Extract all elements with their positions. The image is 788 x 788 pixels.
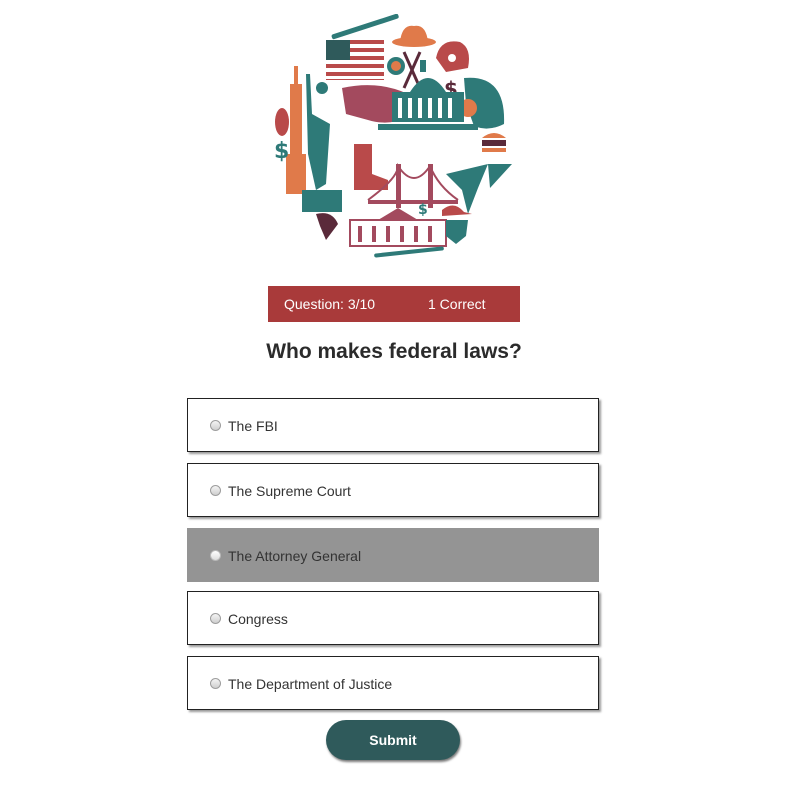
answer-option-label: The Attorney General: [228, 548, 362, 564]
americana-collage-image: $ $ $: [274, 14, 512, 258]
answer-option-label: The Department of Justice: [228, 676, 393, 692]
radio-button[interactable]: [210, 485, 221, 496]
answer-option-attorney-general[interactable]: The Attorney General: [187, 528, 599, 582]
svg-text:$: $: [418, 202, 428, 218]
correct-counter: 1 Correct: [428, 296, 486, 312]
answer-option-label: Congress: [228, 611, 288, 627]
radio-button[interactable]: [210, 550, 221, 561]
answer-option-department-of-justice[interactable]: The Department of Justice: [187, 656, 599, 710]
answer-option-label: The Supreme Court: [228, 483, 351, 499]
answer-option-label: The FBI: [228, 418, 278, 434]
radio-button[interactable]: [210, 678, 221, 689]
quiz-status-bar: Question: 3/10 1 Correct: [268, 286, 520, 322]
answer-option-fbi[interactable]: The FBI: [187, 398, 599, 452]
answer-option-congress[interactable]: Congress: [187, 591, 599, 645]
question-text: Who makes federal laws?: [266, 340, 522, 363]
radio-button[interactable]: [210, 613, 221, 624]
question-counter: Question: 3/10: [284, 296, 376, 312]
svg-text:$: $: [274, 139, 289, 164]
submit-button[interactable]: Submit: [326, 720, 460, 760]
radio-button[interactable]: [210, 420, 221, 431]
answer-option-supreme-court[interactable]: The Supreme Court: [187, 463, 599, 517]
